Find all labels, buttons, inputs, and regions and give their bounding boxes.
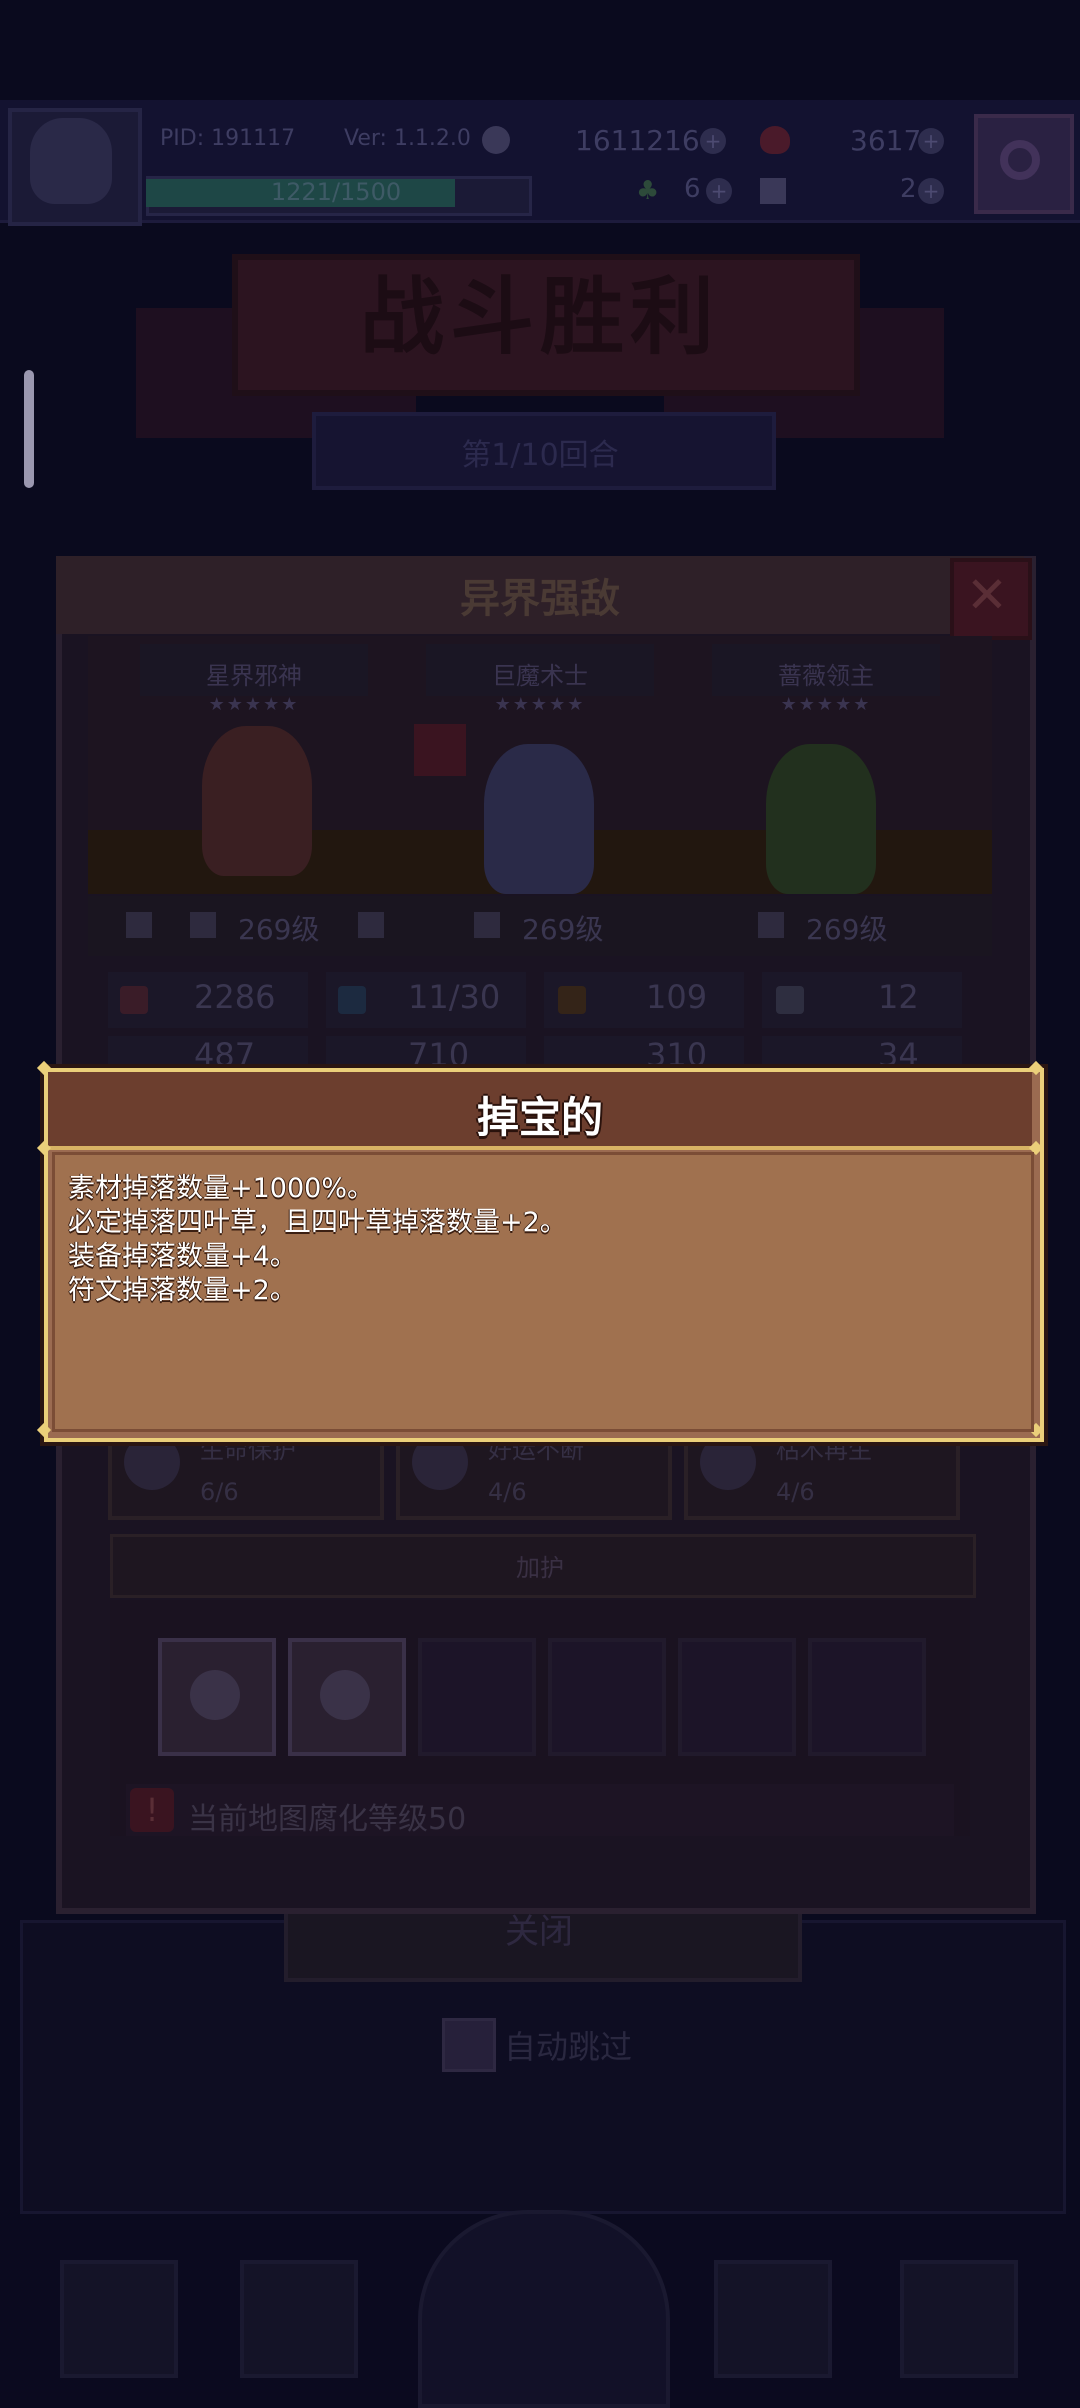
enemy-level-1: 269级: [238, 913, 320, 946]
player-id: PID: 191117: [160, 126, 296, 151]
close-icon: ✕: [966, 566, 1008, 624]
buff-count-1: 6/6: [200, 1478, 239, 1506]
add-gold-button[interactable]: +: [700, 128, 726, 154]
buff-count-2: 4/6: [488, 1478, 527, 1506]
enemy-sprite-rose-lord[interactable]: [766, 744, 876, 894]
nav-button-5[interactable]: [900, 2260, 1018, 2378]
tooltip-line-4: 符文掉落数量+2。: [68, 1275, 297, 1306]
round-text: 第1/10回合: [461, 438, 619, 473]
xp-text: 1221/1500: [270, 178, 402, 206]
warning-icon: !: [130, 1788, 174, 1832]
add-clover-button[interactable]: +: [706, 178, 732, 204]
shield-icon: [474, 912, 500, 938]
nav-button-1[interactable]: [60, 2260, 178, 2378]
stat-row2-3: [544, 1036, 744, 1066]
enemy-name-3: 蔷薇领主: [778, 662, 874, 690]
gold-amount: 16112160: [575, 124, 718, 157]
enemy-stars-1: ★★★★★: [208, 694, 300, 715]
add-gem-button[interactable]: +: [918, 128, 944, 154]
bag-icon: [760, 178, 786, 204]
gem-icon: [760, 126, 790, 154]
enemy-stars-3: ★★★★★: [780, 694, 872, 715]
victory-title: 战斗胜利: [359, 268, 720, 366]
buff-count-3: 4/6: [776, 1478, 815, 1506]
auto-skip-checkbox[interactable]: [442, 2018, 496, 2072]
water-drop-icon: [338, 986, 366, 1014]
stat-row2-4: [762, 1036, 962, 1066]
clover-icon: [190, 1670, 240, 1720]
version-label: Ver: 1.1.2.0: [344, 126, 471, 151]
enemy-sprite-astral-god[interactable]: [202, 726, 312, 876]
add-bag-button[interactable]: +: [918, 178, 944, 204]
stat-hp-value: 2286: [194, 978, 276, 1016]
stat-mana-value: 11/30: [408, 978, 501, 1016]
blessing-slot-3[interactable]: [418, 1638, 536, 1756]
tooltip-title: 掉宝的: [476, 1093, 603, 1142]
horseshoe-icon: [412, 1434, 468, 1490]
enemy-name-2: 巨魔术士: [492, 662, 588, 690]
blessing-slot-6[interactable]: [808, 1638, 926, 1756]
bag-amount: 2: [900, 174, 917, 204]
stat-speed-value: 12: [878, 978, 919, 1016]
heart-icon: [120, 986, 148, 1014]
stat-defense-value: 109: [646, 978, 708, 1016]
clover-icon: [320, 1670, 370, 1720]
enemy-name-1: 星界邪神: [206, 662, 302, 690]
gear-icon: [1000, 140, 1040, 180]
blessing-title: 加护: [516, 1554, 564, 1582]
nav-button-center[interactable]: [418, 2210, 670, 2408]
clover-amount: 6: [684, 174, 701, 204]
blessing-slot-4[interactable]: [548, 1638, 666, 1756]
wrench-icon: [758, 912, 784, 938]
enemy-sprite-troll-mage[interactable]: [484, 744, 594, 894]
next-arrow-icon[interactable]: [358, 912, 384, 938]
nav-button-4[interactable]: [714, 2260, 832, 2378]
enemy-level-2: 269级: [522, 913, 604, 946]
blessing-slot-5[interactable]: [678, 1638, 796, 1756]
coin-icon: [482, 126, 510, 154]
enemy-stars-2: ★★★★★: [494, 694, 586, 715]
skull-badge-icon: [414, 724, 466, 776]
gem-amount: 3617: [850, 124, 922, 157]
sword-icon: [190, 912, 216, 938]
nav-button-2[interactable]: [240, 2260, 358, 2378]
sprout-icon: [700, 1434, 756, 1490]
wing-icon: [776, 986, 804, 1014]
scroll-indicator[interactable]: [24, 370, 34, 488]
auto-skip-label: 自动跳过: [504, 2028, 633, 2066]
clover-icon: ♣: [636, 176, 660, 206]
heart-shield-icon: [124, 1434, 180, 1490]
avatar-portrait: [30, 118, 112, 204]
prev-arrow-icon[interactable]: [126, 912, 152, 938]
enemy-level-3: 269级: [806, 913, 888, 946]
corruption-text: 当前地图腐化等级50: [188, 1802, 467, 1837]
dialog-title: 异界强敌: [460, 576, 620, 622]
armor-icon: [558, 986, 586, 1014]
